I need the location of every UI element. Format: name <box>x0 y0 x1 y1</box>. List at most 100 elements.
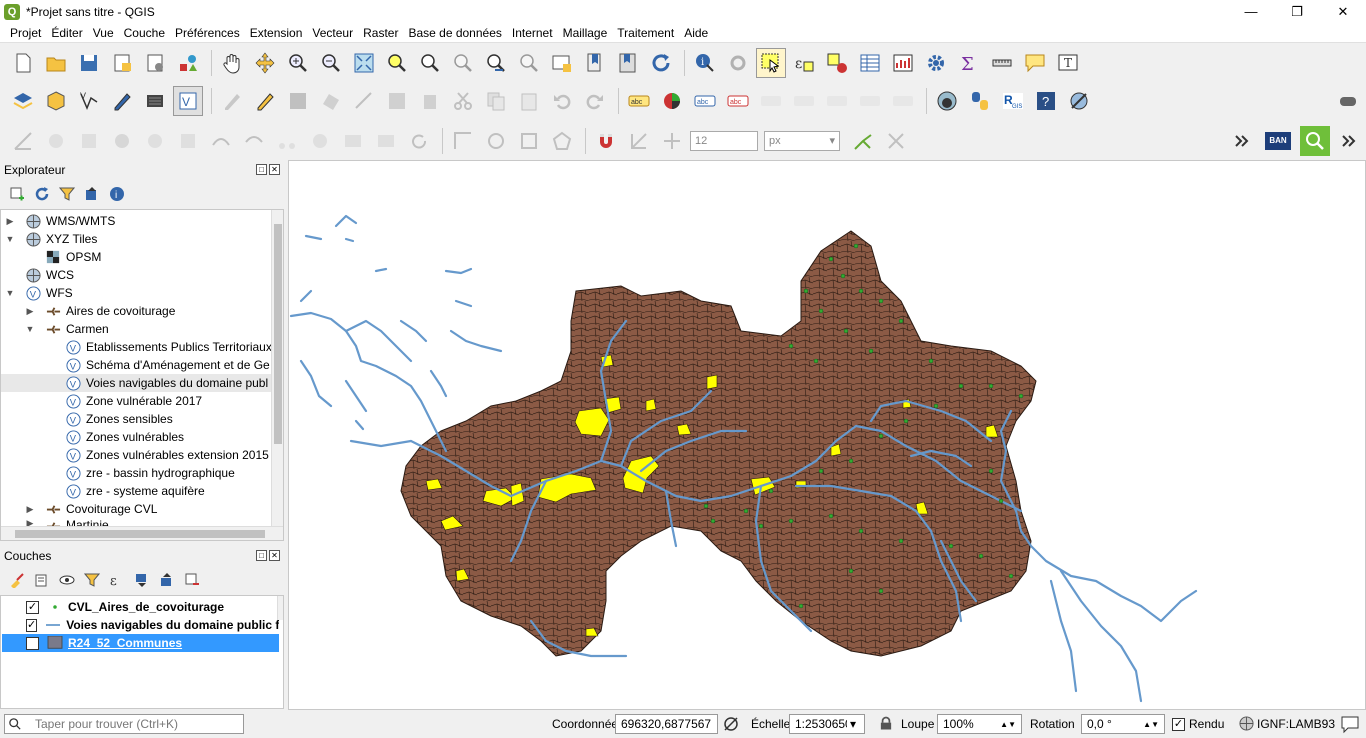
toolbox-gear-icon[interactable] <box>921 48 951 78</box>
fill-ring-icon[interactable] <box>107 126 137 156</box>
zoom-out-icon[interactable] <box>316 48 346 78</box>
ban-geocoder-icon[interactable]: BAN <box>1265 131 1291 150</box>
select-features-icon[interactable] <box>756 47 786 78</box>
vertex-tool-icon[interactable] <box>349 86 379 116</box>
remove-layer-icon[interactable] <box>181 569 203 591</box>
map-drawing[interactable] <box>289 161 1366 710</box>
show-bookmarks-icon[interactable] <box>613 48 643 78</box>
render-checkbox[interactable]: ✓ <box>1172 718 1185 731</box>
move-label-icon[interactable] <box>756 86 786 116</box>
menu-projet[interactable]: Projet <box>0 26 46 40</box>
statistical-summary-icon[interactable]: Σ <box>954 48 984 78</box>
deselect-icon[interactable] <box>822 48 852 78</box>
refresh-browser-icon[interactable] <box>31 183 53 205</box>
locator-search-input[interactable]: Taper pour trouver (Ctrl+K) <box>4 714 244 734</box>
menu-maillage[interactable]: Maillage <box>558 26 613 40</box>
delete-selected-icon[interactable] <box>415 86 445 116</box>
gamepad-icon[interactable] <box>1333 86 1363 116</box>
expand-arrow-icon[interactable]: ▶ <box>25 518 35 526</box>
pan-to-selection-icon[interactable] <box>250 48 280 78</box>
menu-aide[interactable]: Aide <box>679 26 713 40</box>
split-parts-icon[interactable] <box>305 126 335 156</box>
add-selected-layers-icon[interactable] <box>6 183 28 205</box>
python-console-icon[interactable] <box>965 86 995 116</box>
layers-vscrollbar[interactable] <box>277 596 283 620</box>
new-bookmark-icon[interactable] <box>580 48 610 78</box>
data-source-manager-icon[interactable] <box>8 86 38 116</box>
diagram-icon[interactable] <box>657 86 687 116</box>
scale-dropdown-icon[interactable]: ▾ <box>847 714 865 734</box>
locator-search-icon[interactable] <box>1300 125 1330 156</box>
layer-row-communes[interactable]: ✓ R24_52_Communes <box>2 634 279 652</box>
spinner-arrows-icon[interactable]: ▲▼ <box>1143 720 1159 729</box>
snapping-mode-icon[interactable] <box>624 126 654 156</box>
label-properties-icon[interactable] <box>888 86 918 116</box>
zoom-native-icon[interactable] <box>448 48 478 78</box>
tracing-icon[interactable] <box>848 126 878 156</box>
add-feature-icon[interactable] <box>316 86 346 116</box>
osm-plugin-icon[interactable] <box>932 86 962 116</box>
layer-row-voies[interactable]: ✓ Voies navigables du domaine public flu… <box>2 616 279 634</box>
menu-internet[interactable]: Internet <box>507 26 558 40</box>
toggle-labels-icon[interactable]: abc <box>723 86 753 116</box>
spinner-arrows-icon[interactable]: ▲▼ <box>1000 720 1016 729</box>
save-edits-icon[interactable] <box>283 86 313 116</box>
menu-raster[interactable]: Raster <box>358 26 403 40</box>
zoom-in-icon[interactable] <box>283 48 313 78</box>
menu-editer[interactable]: Éditer <box>46 26 87 40</box>
snap-unit-select[interactable]: px ▾ <box>764 130 840 151</box>
add-part-icon[interactable] <box>74 126 104 156</box>
tree-item-zones-vulnerables[interactable]: V Zones vulnérables <box>65 428 184 446</box>
label-toolbar-icon[interactable]: abc <box>624 86 654 116</box>
measure-icon[interactable] <box>987 48 1017 78</box>
expand-arrow-icon[interactable]: ▶ <box>25 504 35 515</box>
open-project-icon[interactable] <box>41 48 71 78</box>
layer-visibility-checkbox[interactable]: ✓ <box>26 636 39 650</box>
menu-vue[interactable]: Vue <box>88 26 119 40</box>
layer-visibility-checkbox[interactable]: ✓ <box>26 600 39 614</box>
filter-browser-icon[interactable] <box>56 183 78 205</box>
attribute-table-icon[interactable] <box>855 48 885 78</box>
enable-properties-icon[interactable]: i <box>106 183 128 205</box>
browser-vscrollbar[interactable] <box>271 210 283 526</box>
tree-item-zones-sensibles[interactable]: V Zones sensibles <box>65 410 173 428</box>
zoom-to-layer-icon[interactable] <box>415 48 445 78</box>
text-annotation-icon[interactable]: T <box>1053 48 1083 78</box>
browser-hscrollbar[interactable] <box>1 526 283 540</box>
menu-couche[interactable]: Couche <box>119 26 170 40</box>
region-communes-polygon[interactable] <box>400 230 1037 657</box>
collapse-all-layers-icon[interactable] <box>156 569 178 591</box>
menu-traitement[interactable]: Traitement <box>612 26 679 40</box>
hscroll-thumb[interactable] <box>15 530 265 538</box>
layout-manager-icon[interactable] <box>140 48 170 78</box>
identify-icon[interactable]: i <box>690 48 720 78</box>
zoom-full-icon[interactable] <box>349 48 379 78</box>
tree-item-xyz[interactable]: ▼ XYZ Tiles <box>5 230 97 248</box>
offset-curve-icon[interactable] <box>239 126 269 156</box>
filter-by-expression-icon[interactable]: ε <box>106 569 128 591</box>
polygon-digitize-icon[interactable] <box>547 126 577 156</box>
expand-arrow-icon[interactable]: ▶ <box>25 306 35 317</box>
add-ring-icon[interactable] <box>41 126 71 156</box>
tree-item-zre-systeme[interactable]: Vzre - systeme aquifère <box>65 482 205 500</box>
tree-item-wcs[interactable]: WCS <box>25 266 74 284</box>
rotation-input[interactable]: 0,0 ° ▲▼ <box>1081 714 1165 734</box>
zoom-next-icon[interactable] <box>514 48 544 78</box>
messages-icon[interactable] <box>1340 714 1360 737</box>
scroll-thumb[interactable] <box>274 224 282 444</box>
toggle-editing-icon[interactable] <box>250 86 280 116</box>
tree-item-covoiturage-cvl[interactable]: ▶ Covoiturage CVL <box>25 500 158 518</box>
show-hide-labels-icon[interactable] <box>789 86 819 116</box>
delete-part-icon[interactable] <box>173 126 203 156</box>
lock-scale-icon[interactable] <box>880 716 892 734</box>
statistics-table-icon[interactable] <box>888 48 918 78</box>
merge-features-icon[interactable] <box>338 126 368 156</box>
snapping-type-icon[interactable] <box>657 126 687 156</box>
zoom-to-selection-icon[interactable] <box>382 48 412 78</box>
rotate-label-icon[interactable] <box>822 86 852 116</box>
refresh-icon[interactable] <box>646 48 676 78</box>
expand-all-icon[interactable] <box>131 569 153 591</box>
redo-icon[interactable] <box>580 86 610 116</box>
save-project-icon[interactable] <box>74 48 104 78</box>
tree-item-zre-bassin[interactable]: Vzre - bassin hydrographique <box>65 464 235 482</box>
